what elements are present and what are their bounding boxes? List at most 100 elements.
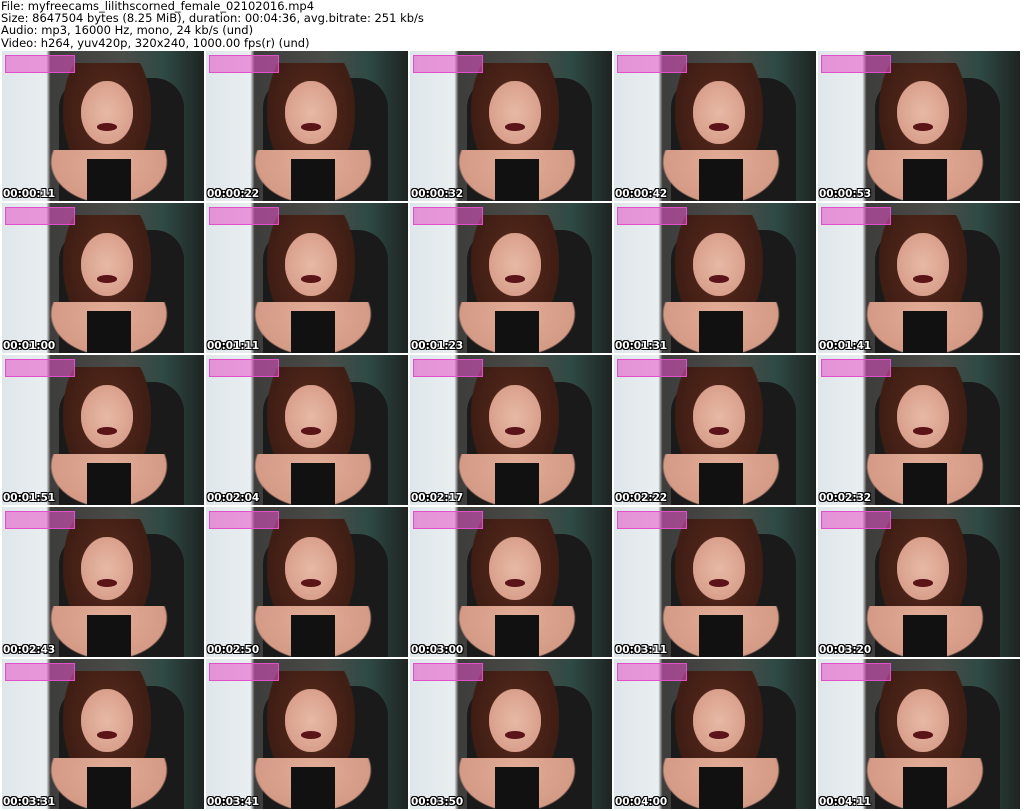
face [896, 233, 950, 296]
face [488, 81, 542, 144]
top [494, 463, 540, 505]
face [896, 81, 950, 144]
overlay-clock [209, 663, 279, 681]
video-thumbnail: 00:03:50 [410, 659, 612, 809]
thumbnail-timestamp: 00:00:32 [411, 188, 464, 200]
lips [708, 579, 730, 587]
face [692, 81, 746, 144]
thumbnail-timestamp: 00:00:53 [819, 188, 872, 200]
thumbnail-grid: 00:00:11 00:00:22 00:00:32 00:00:42 00:00:53… [2, 51, 1020, 809]
lips [912, 427, 934, 435]
top [86, 767, 132, 809]
lips [708, 731, 730, 739]
overlay-clock [413, 511, 483, 529]
top [86, 311, 132, 353]
top [290, 463, 336, 505]
face [284, 81, 338, 144]
thumbnail-timestamp: 00:01:51 [3, 492, 56, 504]
lips [708, 123, 730, 131]
thumbnail-timestamp: 00:02:32 [819, 492, 872, 504]
video-thumbnail: 00:02:17 [410, 355, 612, 505]
face [80, 233, 134, 296]
lips [300, 731, 322, 739]
video-thumbnail: 00:02:50 [206, 507, 408, 657]
lips [504, 427, 526, 435]
thumbnail-timestamp: 00:03:50 [411, 796, 464, 808]
face [284, 233, 338, 296]
thumbnail-timestamp: 00:01:11 [207, 340, 260, 352]
face [692, 537, 746, 600]
face [488, 385, 542, 448]
face [692, 689, 746, 752]
lips [300, 579, 322, 587]
face [80, 81, 134, 144]
thumbnail-timestamp: 00:03:00 [411, 644, 464, 656]
video-thumbnail: 00:01:11 [206, 203, 408, 353]
overlay-clock [617, 207, 687, 225]
lips [504, 579, 526, 587]
lips [96, 579, 118, 587]
video-thumbnail: 00:02:04 [206, 355, 408, 505]
thumbnail-timestamp: 00:03:41 [207, 796, 260, 808]
thumbnail-timestamp: 00:03:31 [3, 796, 56, 808]
lips [300, 427, 322, 435]
face [488, 233, 542, 296]
video-thumbnail: 00:01:41 [818, 203, 1020, 353]
lips [96, 275, 118, 283]
face [896, 689, 950, 752]
face [80, 537, 134, 600]
audio-info: Audio: mp3, 16000 Hz, mono, 24 kb/s (und… [1, 23, 254, 38]
overlay-clock [413, 663, 483, 681]
lips [912, 731, 934, 739]
thumbnail-timestamp: 00:01:23 [411, 340, 464, 352]
video-thumbnail: 00:02:32 [818, 355, 1020, 505]
top [902, 159, 948, 201]
thumbnail-timestamp: 00:02:04 [207, 492, 260, 504]
overlay-clock [209, 511, 279, 529]
thumbnail-timestamp: 00:00:42 [615, 188, 668, 200]
face [692, 233, 746, 296]
lips [504, 275, 526, 283]
overlay-clock [209, 359, 279, 377]
top [698, 615, 744, 657]
video-thumbnail: 00:00:32 [410, 51, 612, 201]
face [896, 385, 950, 448]
lips [708, 427, 730, 435]
overlay-clock [617, 55, 687, 73]
face [284, 689, 338, 752]
video-thumbnail: 00:03:41 [206, 659, 408, 809]
overlay-clock [5, 663, 75, 681]
overlay-clock [413, 359, 483, 377]
file-info: File: myfreecams_lilithscorned_female_02… [1, 0, 424, 49]
video-thumbnail: 00:03:11 [614, 507, 816, 657]
lips [300, 275, 322, 283]
video-thumbnail: 00:00:42 [614, 51, 816, 201]
top [290, 311, 336, 353]
face [692, 385, 746, 448]
overlay-clock [617, 663, 687, 681]
thumbnail-timestamp: 00:01:00 [3, 340, 56, 352]
thumbnail-timestamp: 00:00:22 [207, 188, 260, 200]
overlay-clock [617, 359, 687, 377]
video-thumbnail: 00:01:31 [614, 203, 816, 353]
video-thumbnail: 00:02:22 [614, 355, 816, 505]
video-thumbnail: 00:03:20 [818, 507, 1020, 657]
video-thumbnail: 00:03:31 [2, 659, 204, 809]
top [494, 311, 540, 353]
overlay-clock [5, 511, 75, 529]
overlay-clock [209, 55, 279, 73]
thumbnail-timestamp: 00:02:17 [411, 492, 464, 504]
thumbnail-timestamp: 00:00:11 [3, 188, 56, 200]
lips [912, 579, 934, 587]
thumbnail-timestamp: 00:01:31 [615, 340, 668, 352]
overlay-clock [821, 663, 891, 681]
video-thumbnail: 00:01:23 [410, 203, 612, 353]
face [284, 385, 338, 448]
overlay-clock [5, 207, 75, 225]
thumbnail-timestamp: 00:03:11 [615, 644, 668, 656]
overlay-clock [821, 207, 891, 225]
top [86, 615, 132, 657]
overlay-clock [617, 511, 687, 529]
lips [96, 731, 118, 739]
video-thumbnail: 00:00:22 [206, 51, 408, 201]
